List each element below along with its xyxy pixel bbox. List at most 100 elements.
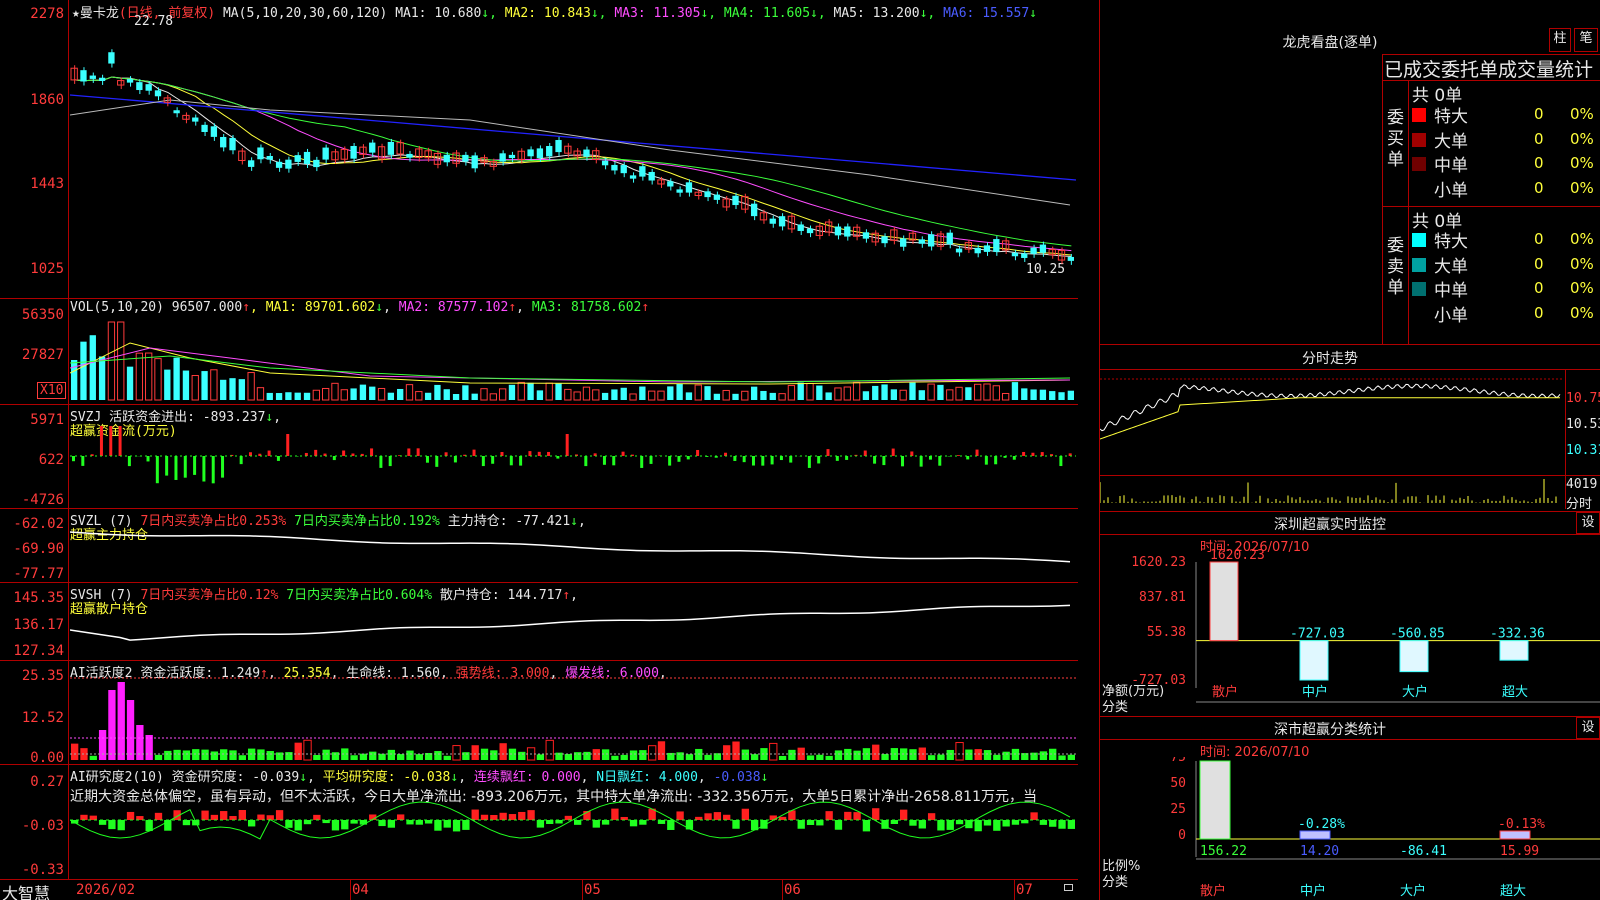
flow-bar	[826, 449, 830, 456]
research-bar	[1011, 820, 1020, 825]
flow-bar	[640, 456, 644, 468]
volume-bar	[508, 384, 516, 400]
volume-bar	[983, 383, 991, 401]
ma-arrow: ↓,	[700, 6, 724, 21]
research-bar	[126, 811, 135, 820]
svzj-tick: -4726	[21, 492, 64, 508]
flow-bar	[910, 451, 914, 456]
candle-body	[406, 153, 413, 158]
ma-line-3	[74, 76, 1072, 252]
candle-body	[285, 159, 292, 169]
flow-bar	[537, 451, 541, 456]
volume-bar	[154, 358, 162, 401]
intraday-panel[interactable]: 分时走势 10.75 10.53 10.31 4019 分时	[1100, 345, 1600, 512]
volume-bar	[862, 391, 870, 400]
volume-bar	[201, 371, 208, 400]
candle-body	[974, 247, 981, 254]
column-view-button[interactable]: 柱	[1549, 28, 1571, 52]
volume-bar	[787, 385, 796, 401]
activity-bar	[387, 749, 396, 760]
kline-chart-area[interactable]: ★曼卡龙(日线, 前复权) MA(5,10,20,30,60,120) MA1:…	[0, 0, 1078, 900]
research-bar	[872, 808, 880, 820]
candle-body	[443, 154, 450, 163]
flow-bar	[528, 451, 532, 456]
research-bar	[452, 820, 461, 832]
sz-monitor-settings-button[interactable]: 设	[1576, 512, 1600, 534]
flow-bar	[994, 456, 998, 465]
monitor-category-label: 散户	[1212, 684, 1238, 700]
flow-bar	[453, 456, 457, 463]
candle-body	[98, 77, 106, 81]
candle-body	[517, 150, 525, 160]
research-bar	[909, 820, 917, 826]
svsh-line	[70, 604, 1071, 641]
activity-bar	[499, 743, 507, 760]
activity-bar	[1058, 755, 1066, 760]
volume-bar	[424, 392, 432, 400]
volume-bar	[98, 356, 106, 400]
volume-bar	[881, 384, 888, 400]
category-y-tick: 0	[1178, 828, 1186, 843]
volume-bar	[1011, 382, 1019, 400]
category-y-tick: 50	[1170, 776, 1186, 791]
candle-body	[611, 164, 618, 171]
research-bar	[117, 820, 125, 831]
candle-body	[275, 161, 283, 168]
research-bar	[229, 816, 237, 820]
candle-body	[955, 248, 963, 253]
order-count: 0	[1534, 230, 1544, 248]
volume-bar	[471, 393, 478, 400]
volume-bar	[778, 393, 786, 401]
research-bar	[201, 810, 209, 820]
research-bar	[1049, 820, 1057, 827]
flow-bar	[696, 449, 700, 456]
monitor-category-label: 大户	[1402, 684, 1428, 700]
research-bar	[723, 814, 731, 820]
flow-bar	[444, 452, 448, 456]
ma-arrow: ↓,	[919, 6, 944, 21]
order-type-label: 中单	[1434, 281, 1468, 301]
candle-body	[797, 224, 804, 231]
flow-bar	[733, 456, 737, 461]
activity-bar	[462, 752, 470, 760]
category-label: 大户	[1400, 883, 1426, 899]
volume-bar	[126, 366, 134, 400]
research-bar	[406, 820, 414, 825]
sz-monitor-title: 深圳超赢实时监控	[1274, 517, 1386, 533]
activity-bar	[164, 750, 172, 760]
pen-view-button[interactable]: 笔	[1574, 28, 1598, 52]
research-bar	[611, 808, 619, 820]
volume-bar	[909, 382, 916, 400]
activity-bar	[620, 754, 628, 760]
sz-category-settings-button[interactable]: 设	[1576, 717, 1600, 739]
flow-bar	[342, 450, 346, 456]
volume-bar	[377, 387, 386, 401]
activity-bar	[983, 750, 992, 760]
volume-bar	[974, 383, 982, 401]
app-logo: 大智慧	[2, 884, 51, 900]
volume-bar	[191, 375, 199, 401]
flow-bar	[81, 456, 85, 466]
activity-bar	[955, 742, 964, 761]
order-percent: 0%	[1570, 178, 1594, 197]
activity-bar	[806, 755, 815, 760]
research-bar	[676, 811, 684, 820]
monitor-y-tick: -727.03	[1131, 673, 1186, 688]
svzl-line	[70, 531, 1071, 563]
flow-bar	[314, 449, 318, 456]
volume-bar	[611, 389, 618, 400]
volume-bar	[965, 387, 972, 400]
volume-bar	[229, 378, 236, 400]
ma-line-5	[70, 99, 1071, 206]
candle-body	[1039, 244, 1047, 253]
activity-bar	[359, 753, 368, 760]
candle-body	[769, 218, 776, 224]
activity-bar	[741, 749, 749, 760]
candle-body	[629, 175, 637, 179]
ma-arrow: ↓	[1029, 6, 1037, 21]
volume-bar	[107, 321, 116, 401]
activity-bar	[872, 744, 880, 760]
research-bar	[797, 820, 805, 829]
intraday-vol-label: 分时	[1566, 497, 1593, 512]
ma-header: MA(5,10,20,30,60,120)	[222, 6, 388, 21]
